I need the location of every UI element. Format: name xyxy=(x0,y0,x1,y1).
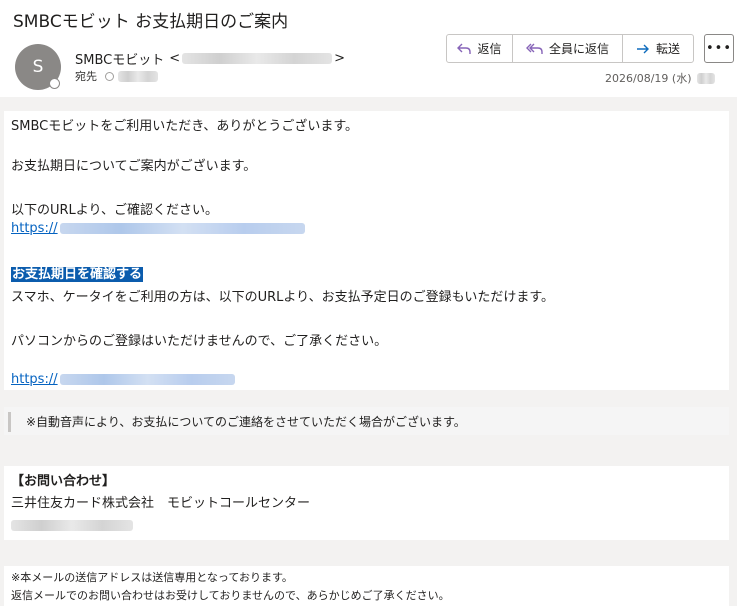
footer-block: ※本メールの送信アドレスは送信専用となっております。 返信メールでのお問い合わせ… xyxy=(4,566,729,606)
reply-button[interactable]: 返信 xyxy=(447,35,513,62)
url1-redacted xyxy=(59,223,305,234)
forward-icon xyxy=(636,43,650,55)
contact-company: 三井住友カード株式会社 モビットコールセンター xyxy=(11,496,311,511)
auto-voice-notice: ※自動音声により、お支払についてのご連絡をさせていただく場合がございます。 xyxy=(26,415,466,429)
message-subject: SMBCモビット お支払期日のご案内 xyxy=(13,12,289,32)
to-label: 宛先 xyxy=(75,70,97,83)
contact-heading: 【お問い合わせ】 xyxy=(11,474,116,489)
instruction-text: 以下のURLより、ご確認ください。 xyxy=(11,203,219,218)
contact-block: 【お問い合わせ】 三井住友カード株式会社 モビットコールセンター xyxy=(4,466,729,540)
greeting-text: SMBCモビットをご利用いただき、ありがとうございます。 xyxy=(11,119,359,134)
url1-prefix: https:// xyxy=(11,221,58,236)
info-text: お支払期日についてご案内がございます。 xyxy=(11,159,257,174)
contact-phone-redacted xyxy=(11,520,133,531)
recipient-redacted[interactable] xyxy=(118,70,158,82)
confirm-url-link[interactable]: https:// xyxy=(11,221,305,236)
forward-button[interactable]: 転送 xyxy=(623,35,693,62)
presence-status-icon xyxy=(49,78,60,89)
reply-all-icon xyxy=(525,43,543,55)
reply-icon xyxy=(457,43,472,55)
reply-all-button[interactable]: 全員に返信 xyxy=(513,35,623,62)
message-actions: 返信 全員に返信 転送 xyxy=(446,34,694,63)
recipient-line: 宛先 xyxy=(75,68,158,84)
recipient-presence-icon xyxy=(105,71,114,81)
highlight-link-wrap: お支払期日を確認する xyxy=(11,263,144,282)
quote-bar xyxy=(8,412,11,432)
contact-phone-wrap xyxy=(11,518,133,533)
url2-redacted xyxy=(59,374,235,385)
date-text: 2026/08/19 (水) xyxy=(605,72,692,85)
url2-prefix: https:// xyxy=(11,372,58,387)
forward-label: 転送 xyxy=(655,42,680,56)
message-date: 2026/08/19 (水) xyxy=(605,70,716,86)
mobile-note-text: スマホ、ケータイをご利用の方は、以下のURLより、お支払予定日のご登録もいただけ… xyxy=(11,290,555,305)
more-actions-button[interactable]: ••• xyxy=(704,34,734,63)
reply-all-label: 全員に返信 xyxy=(548,42,609,56)
register-url-link[interactable]: https:// xyxy=(11,372,235,387)
sender-email-open: < xyxy=(169,51,181,66)
pc-note-text: パソコンからのご登録はいただけませんので、ご了承ください。 xyxy=(11,334,388,349)
reply-label: 返信 xyxy=(477,42,502,56)
message-body: SMBCモビットをご利用いただき、ありがとうございます。 お支払期日についてご案… xyxy=(4,111,729,390)
sender-name: SMBCモビット xyxy=(75,53,165,68)
footer-line-2: 返信メールでのお問い合わせはお受けしておりませんので、あらかじめご了承ください。 xyxy=(11,589,450,602)
footer-line-1: ※本メールの送信アドレスは送信専用となっております。 xyxy=(11,571,293,584)
due-date-confirm-link[interactable]: お支払期日を確認する xyxy=(11,267,144,282)
sender-email-redacted xyxy=(182,53,333,64)
avatar-initial: S xyxy=(32,57,44,77)
time-redacted xyxy=(697,72,716,84)
sender-email-close: > xyxy=(334,51,346,66)
sender-line[interactable]: SMBCモビット < > xyxy=(75,49,345,68)
